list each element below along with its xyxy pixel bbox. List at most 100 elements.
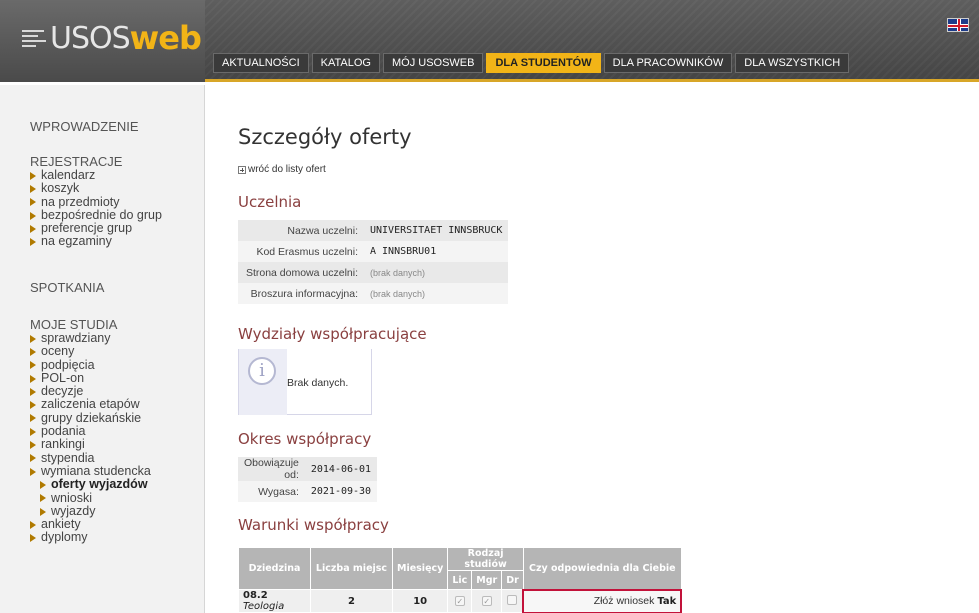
sidebar-item-decyzje[interactable]: decyzje: [30, 384, 151, 398]
arrow-right-icon: [30, 171, 36, 180]
header-dr: Dr: [501, 570, 524, 590]
arrow-right-icon: [30, 184, 36, 193]
section-title-okres: Okres współpracy: [238, 430, 372, 448]
homepage-value: (brak danych): [364, 262, 509, 283]
sidebar-heading-rejestracje[interactable]: REJESTRACJE: [30, 154, 162, 169]
sidebar-item-na-przedmioty[interactable]: na przedmioty: [30, 195, 162, 209]
logo-web-text: web: [129, 19, 202, 57]
arrow-right-icon: [30, 224, 36, 233]
sidebar-item-preferencje-grup[interactable]: preferencje grup: [30, 221, 162, 235]
suitable-value: Tak: [657, 596, 677, 607]
sidebar-item-kalendarz[interactable]: kalendarz: [30, 168, 162, 182]
homepage-key: Strona domowa uczelni:: [238, 262, 364, 283]
back-to-offers-link[interactable]: wróć do listy ofert: [238, 164, 326, 175]
lic-checkbox: ✓: [454, 595, 465, 606]
logo-usos-text: USOS: [50, 20, 131, 56]
arrow-right-icon: [30, 454, 36, 463]
arrow-right-icon: [30, 520, 36, 529]
arrow-right-icon: [30, 441, 36, 450]
sidebar-item-zaliczenia-etapow[interactable]: zaliczenia etapów: [30, 398, 151, 411]
sidebar-heading-moje-studia[interactable]: MOJE STUDIA: [30, 317, 151, 332]
header-liczba-miejsc: Liczba miejsc: [310, 547, 393, 590]
logo-area: USOS web: [0, 0, 205, 82]
menu-tab-dla-wszystkich[interactable]: DLA WSZYSTKICH: [735, 53, 850, 73]
brochure-value: (brak danych): [364, 283, 509, 304]
arrow-right-icon: [30, 211, 36, 220]
sidebar-item-pol-on[interactable]: POL-on: [30, 371, 151, 385]
sidebar: WPROWADZENIE REJESTRACJE kalendarz koszy…: [0, 85, 205, 613]
sidebar-item-bezposrednie-do-grup[interactable]: bezpośrednie do grup: [30, 208, 162, 222]
conditions-table: Dziedzina Liczba miejsc Miesięcy Rodzaj …: [238, 547, 683, 613]
menu-tab-moj-usosweb[interactable]: MÓJ USOSWEB: [382, 53, 484, 73]
sidebar-item-wyjazdy[interactable]: wyjazdy: [40, 504, 151, 518]
arrow-right-icon: [30, 387, 36, 396]
field-cell: 08.2 Teologia: [238, 589, 311, 613]
sidebar-item-dyplomy[interactable]: dyplomy: [30, 531, 151, 544]
sidebar-item-podpiecia[interactable]: podpięcia: [30, 358, 151, 372]
menu-tab-dla-studentow[interactable]: DLA STUDENTÓW: [486, 53, 601, 73]
sidebar-item-oceny[interactable]: oceny: [30, 344, 151, 358]
menu-tab-dla-pracownikow[interactable]: DLA PRACOWNIKÓW: [603, 53, 733, 73]
arrow-right-icon: [30, 427, 36, 436]
arrow-right-icon: [30, 347, 36, 356]
header-lic: Lic: [447, 570, 473, 590]
sidebar-item-wymiana-studencka[interactable]: wymiana studencka: [30, 464, 151, 478]
table-row: Strona domowa uczelni: (brak danych): [238, 262, 509, 283]
field-name: Teologia: [243, 601, 285, 612]
section-title-warunki: Warunki współpracy: [238, 516, 389, 534]
table-row: Kod Erasmus uczelni: A INNSBRU01: [238, 241, 509, 262]
header-miesiecy: Miesięcy: [391, 547, 449, 590]
sidebar-item-stypendia[interactable]: stypendia: [30, 451, 151, 465]
sidebar-item-oferty-wyjazdow[interactable]: oferty wyjazdów: [40, 477, 151, 491]
header-bar: USOS web AKTUALNOŚCI KATALOG MÓJ USOSWEB…: [0, 0, 979, 82]
no-data-box: i Brak danych.: [238, 349, 372, 415]
main-menu: AKTUALNOŚCI KATALOG MÓJ USOSWEB DLA STUD…: [213, 53, 852, 73]
table-row: Broszura informacyjna: (brak danych): [238, 283, 509, 304]
sidebar-item-ankiety[interactable]: ankiety: [30, 517, 151, 531]
university-name-key: Nazwa uczelni:: [238, 220, 364, 241]
header-dziedzina: Dziedzina: [238, 547, 311, 590]
sidebar-item-koszyk[interactable]: koszyk: [30, 181, 162, 195]
table-header-row: Dziedzina Liczba miejsc Miesięcy Rodzaj …: [238, 547, 682, 590]
arrow-right-icon: [30, 238, 36, 247]
table-row: Wygasa: 2021-09-30: [238, 481, 378, 502]
arrow-right-icon: [30, 198, 36, 207]
usosweb-logo[interactable]: USOS web: [22, 18, 202, 58]
sidebar-item-wprowadzenie[interactable]: WPROWADZENIE: [30, 119, 139, 134]
valid-from-value: 2014-06-01: [304, 457, 378, 481]
arrow-right-icon: [40, 494, 46, 503]
sidebar-item-podania[interactable]: podania: [30, 424, 151, 438]
erasmus-code-value: A INNSBRU01: [364, 241, 509, 262]
expand-plus-icon: [238, 165, 246, 174]
period-table: Obowiązuje od: 2014-06-01 Wygasa: 2021-0…: [238, 457, 378, 502]
mgr-checkbox: ✓: [481, 595, 492, 606]
brochure-key: Broszura informacyjna:: [238, 283, 364, 304]
info-icon: i: [248, 357, 276, 385]
uk-flag-icon[interactable]: [947, 18, 969, 32]
menu-tab-katalog[interactable]: KATALOG: [311, 53, 380, 73]
table-row: 08.2 Teologia 2 10 ✓ ✓ Złóż wniosek Tak: [238, 588, 683, 613]
sidebar-item-rankingi[interactable]: rankingi: [30, 438, 151, 451]
section-title-uczelnia: Uczelnia: [238, 193, 302, 211]
sidebar-item-spotkania[interactable]: SPOTKANIA: [30, 280, 104, 295]
suitable-cell: Złóż wniosek Tak: [522, 588, 683, 613]
menu-tab-aktualnosci[interactable]: AKTUALNOŚCI: [213, 53, 309, 73]
sidebar-item-na-egzaminy[interactable]: na egzaminy: [30, 235, 162, 248]
section-title-wydzialy: Wydziały współpracujące: [238, 325, 427, 343]
arrow-right-icon: [30, 467, 36, 476]
university-table: Nazwa uczelni: UNIVERSITAET INNSBRUCK Ko…: [238, 220, 509, 304]
sidebar-item-grupy-dziekanskie[interactable]: grupy dziekańskie: [30, 411, 151, 425]
logo-lines-icon: [22, 29, 46, 47]
sidebar-item-sprawdziany[interactable]: sprawdziany: [30, 331, 151, 345]
table-row: Obowiązuje od: 2014-06-01: [238, 457, 378, 481]
places-cell: 2: [310, 589, 393, 613]
arrow-right-icon: [30, 374, 36, 383]
header-rodzaj-studiow: Rodzaj studiów: [447, 547, 524, 571]
arrow-right-icon: [30, 401, 36, 410]
apply-link[interactable]: Złóż wniosek: [594, 595, 655, 607]
expires-key: Wygasa:: [238, 481, 305, 502]
expires-value: 2021-09-30: [304, 481, 378, 502]
sidebar-item-wnioski[interactable]: wnioski: [40, 491, 151, 505]
dr-checkbox: [507, 594, 518, 605]
arrow-right-icon: [30, 414, 36, 423]
